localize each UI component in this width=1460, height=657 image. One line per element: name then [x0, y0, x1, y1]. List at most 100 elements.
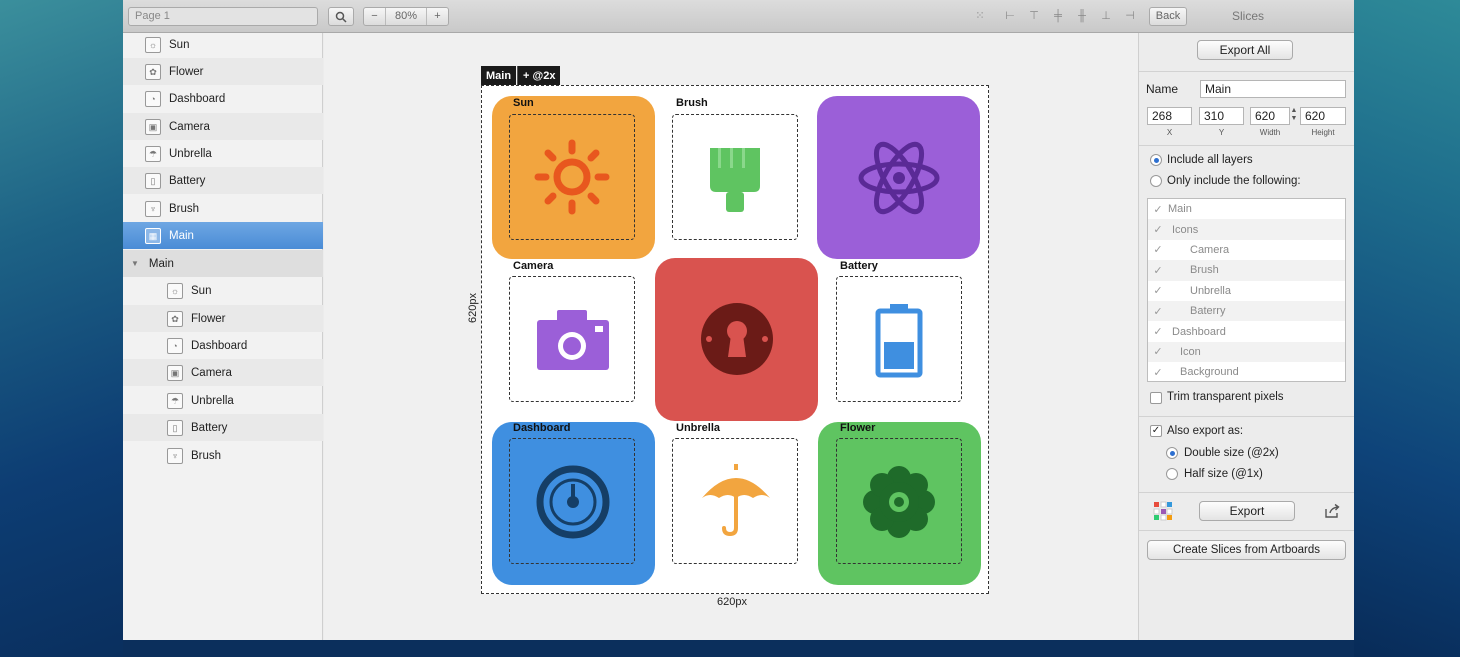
slice-label-brush: Brush	[676, 97, 708, 109]
artboard-2x-tag[interactable]: + @2x	[517, 66, 561, 86]
desktop-wallpaper-right	[1354, 0, 1460, 657]
height-caption: Height	[1311, 128, 1335, 137]
checkmark-icon[interactable]: ✓	[1148, 223, 1168, 236]
page-select[interactable]: Page 1	[128, 7, 318, 26]
checkmark-icon[interactable]: ✓	[1148, 305, 1168, 318]
divider	[1139, 530, 1354, 531]
artboard-name-tag[interactable]: Main	[481, 66, 517, 86]
layer-camera[interactable]: ▣ Camera	[123, 113, 323, 140]
zoom-out-button[interactable]: −	[364, 8, 386, 25]
list-item[interactable]: ✓ Icons	[1148, 219, 1345, 240]
x-field[interactable]: 268	[1147, 107, 1192, 125]
layer-child-brush[interactable]: ♆ Brush	[123, 442, 323, 469]
width-caption: Width	[1259, 128, 1281, 137]
export-all-button[interactable]: Export All	[1197, 40, 1293, 60]
umbrella-icon: ☂	[167, 392, 183, 409]
checkmark-icon[interactable]: ✓	[1148, 284, 1168, 297]
y-caption: Y	[1218, 128, 1225, 137]
double-size-radio[interactable]	[1166, 447, 1178, 459]
disclosure-triangle-icon[interactable]: ▼	[131, 259, 139, 268]
artboard-main[interactable]: Sun Brush Camera Battery Dashboard Unbre…	[481, 85, 989, 594]
list-item[interactable]: ✓ Camera	[1148, 240, 1345, 260]
camera-icon: ▣	[145, 118, 161, 135]
list-item[interactable]: ✓ Background	[1148, 362, 1345, 382]
only-include-radio[interactable]	[1150, 175, 1162, 187]
layer-brush[interactable]: ♆ Brush	[123, 195, 323, 222]
list-item[interactable]: ✓ Icon	[1148, 341, 1345, 363]
align-center-icon[interactable]: ╪	[1051, 9, 1065, 23]
height-field[interactable]: 620	[1300, 107, 1346, 125]
include-all-radio[interactable]	[1150, 154, 1162, 166]
checkmark-icon[interactable]: ✓	[1148, 325, 1168, 338]
width-field[interactable]: 620	[1250, 107, 1290, 125]
checkmark-icon[interactable]: ✓	[1148, 243, 1168, 256]
zoom-level: 80%	[394, 10, 418, 22]
layer-child-dashboard[interactable]: ◔ Dashboard	[123, 332, 323, 359]
panel-title: Slices	[1231, 9, 1264, 23]
export-button[interactable]: Export	[1199, 501, 1295, 521]
y-field[interactable]: 310	[1199, 107, 1244, 125]
dashboard-icon: ◔	[167, 337, 183, 354]
also-export-checkbox[interactable]: ✓	[1150, 425, 1162, 437]
list-item[interactable]: ✓ Main	[1148, 199, 1345, 219]
half-size-radio[interactable]	[1166, 468, 1178, 480]
distribute-icon[interactable]: ⁙	[973, 9, 987, 23]
slice-label-battery: Battery	[840, 260, 878, 272]
list-item[interactable]: ✓ Unbrella	[1148, 281, 1345, 301]
slice-label-umbrella: Unbrella	[676, 422, 721, 434]
align-top-icon[interactable]: ⊤	[1027, 9, 1041, 23]
lock-ratio-stepper[interactable]: ▲ ▼	[1290, 107, 1298, 125]
layer-umbrella[interactable]: ☂ Unbrella	[123, 140, 323, 167]
app-window: Page 1 − 80% + ⁙ ⊢ ⊤ ╪ ╫ ⊥ ⊣ Back Slices…	[123, 0, 1354, 640]
layer-child-flower[interactable]: ✿ Flower	[123, 305, 323, 332]
list-item[interactable]: ✓ Dashboard	[1148, 321, 1345, 341]
layer-group-main[interactable]: ▼ Main	[123, 250, 323, 277]
checkmark-icon[interactable]: ✓	[1148, 203, 1168, 216]
canvas[interactable]: Main + @2x 620px 620px Sun Brush Camera …	[324, 33, 1138, 640]
layers-panel: ☼ Sun ✿ Flower ◔ Dashboard ▣ Camera ☂ Unbrell…	[123, 33, 323, 640]
share-icon[interactable]	[1324, 503, 1340, 519]
battery-icon	[875, 304, 923, 378]
layer-flower[interactable]: ✿ Flower	[123, 58, 323, 85]
desktop-wallpaper-bottom	[123, 640, 1354, 657]
align-bottom-icon[interactable]: ⊥	[1099, 9, 1113, 23]
width-dimension: 620px	[717, 596, 747, 608]
layer-dashboard[interactable]: ◔ Dashboard	[123, 85, 323, 112]
sun-icon: ☼	[145, 36, 161, 53]
brush-icon: ♆	[167, 447, 183, 464]
align-left-icon[interactable]: ⊢	[1003, 9, 1017, 23]
layer-sun[interactable]: ☼ Sun	[123, 31, 323, 58]
include-all-label: Include all layers	[1167, 154, 1253, 166]
list-item[interactable]: ✓ Baterry	[1148, 300, 1345, 322]
trim-checkbox[interactable]	[1150, 392, 1162, 404]
slice-grid-icon[interactable]	[1153, 501, 1173, 521]
back-button[interactable]: Back	[1149, 7, 1187, 26]
layer-main-slice[interactable]: ▦ Main	[123, 222, 323, 249]
align-right-icon[interactable]: ⊣	[1123, 9, 1137, 23]
search-icon	[335, 11, 347, 23]
checkmark-icon[interactable]: ✓	[1148, 366, 1168, 379]
x-caption: X	[1166, 128, 1173, 137]
layer-child-umbrella[interactable]: ☂ Unbrella	[123, 387, 323, 414]
checkmark-icon[interactable]: ✓	[1148, 345, 1168, 358]
layer-child-battery[interactable]: ▯ Battery	[123, 414, 323, 441]
layer-child-sun[interactable]: ☼ Sun	[123, 277, 323, 304]
battery-icon: ▯	[145, 172, 161, 189]
zoom-in-button[interactable]: +	[426, 8, 448, 25]
search-button[interactable]	[328, 7, 354, 26]
sun-icon: ☼	[167, 282, 183, 299]
battery-icon: ▯	[167, 419, 183, 436]
layer-child-camera[interactable]: ▣ Camera	[123, 359, 323, 386]
list-item[interactable]: ✓ Brush	[1148, 260, 1345, 281]
checkmark-icon[interactable]: ✓	[1148, 264, 1168, 277]
brush-icon: ♆	[145, 200, 161, 217]
create-slices-button[interactable]: Create Slices from Artboards	[1147, 540, 1346, 560]
name-field[interactable]: Main	[1200, 80, 1346, 98]
dashboard-icon	[536, 465, 610, 539]
sun-icon	[534, 139, 610, 215]
half-size-label: Half size (@1x)	[1184, 468, 1263, 480]
align-middle-icon[interactable]: ╫	[1075, 9, 1089, 23]
slice-label-camera: Camera	[513, 260, 554, 272]
double-size-label: Double size (@2x)	[1184, 447, 1279, 459]
layer-battery[interactable]: ▯ Battery	[123, 167, 323, 194]
